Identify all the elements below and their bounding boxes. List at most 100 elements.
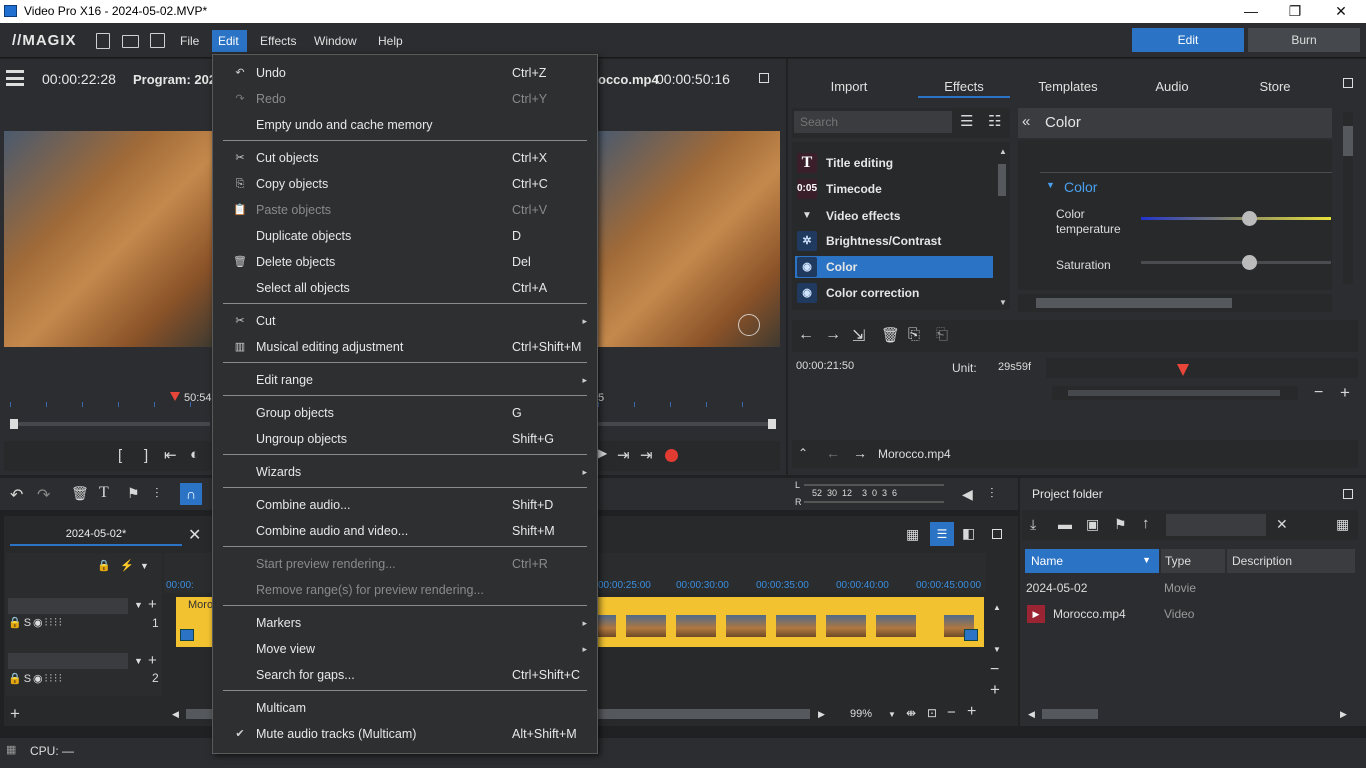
column-type[interactable]: Type: [1161, 549, 1225, 573]
delete-icon[interactable]: 🗑: [881, 326, 900, 344]
mark-in-icon[interactable]: [: [118, 447, 122, 464]
tree-view-icon[interactable]: ☷: [988, 112, 1001, 130]
track1-add-icon[interactable]: +: [148, 596, 157, 613]
project-hscroll[interactable]: [1042, 709, 1098, 719]
save-icon[interactable]: [150, 33, 165, 48]
hamburger-menu-icon[interactable]: [6, 70, 24, 86]
new-file-icon[interactable]: [96, 33, 110, 49]
menu-item-duplicate-objects[interactable]: Duplicate objects D: [213, 223, 597, 249]
grid-view-icon[interactable]: ▦: [1336, 516, 1349, 533]
add-track-icon[interactable]: +: [10, 704, 20, 724]
menu-item-cut[interactable]: ✂ Cut ▸: [213, 308, 597, 334]
menu-item-combine-audio-video[interactable]: Combine audio and video... Shift+M: [213, 518, 597, 544]
project-hscroll-left-icon[interactable]: ◀: [1028, 709, 1035, 720]
effect-brightness-contrast[interactable]: ✲ Brightness/Contrast: [795, 230, 995, 252]
timeline-view-icon[interactable]: ☰: [930, 522, 954, 546]
effect-color[interactable]: ◉ Color: [795, 256, 993, 278]
keyframe-playhead-icon[interactable]: [1177, 364, 1189, 376]
tab-templates[interactable]: Templates: [1020, 76, 1116, 98]
menu-item-delete-objects[interactable]: 🗑 Delete objects Del: [213, 249, 597, 275]
goto-out-icon[interactable]: ⇥: [617, 446, 630, 464]
project-search-input[interactable]: [1166, 514, 1266, 536]
color-panel-scrollbar[interactable]: [1343, 112, 1353, 284]
maximize-project-icon[interactable]: [1343, 489, 1353, 499]
zoom-fit-icon[interactable]: ⇼: [906, 706, 916, 720]
mark-out-icon[interactable]: ]: [144, 447, 148, 464]
tab-effects[interactable]: Effects: [918, 76, 1010, 98]
menu-item-multicam[interactable]: Multicam: [213, 695, 597, 721]
menu-item-group-objects[interactable]: Group objects G: [213, 400, 597, 426]
save-project-icon[interactable]: ▣: [1086, 516, 1099, 533]
menu-help[interactable]: Help: [372, 30, 409, 52]
search-input[interactable]: [794, 111, 952, 133]
track1-controls[interactable]: 🔒S◉⫶⫶⫶⫶: [8, 616, 148, 630]
clip-handle-icon[interactable]: [180, 629, 194, 641]
paste-icon[interactable]: ⎗: [936, 326, 948, 343]
menu-item-edit-range[interactable]: Edit range ▸: [213, 367, 597, 393]
section-collapse-icon[interactable]: ▼: [1046, 180, 1055, 190]
menu-item-move-view[interactable]: Move view ▸: [213, 636, 597, 662]
color-panel-hscroll[interactable]: [1018, 294, 1332, 312]
tab-import[interactable]: Import: [800, 76, 898, 98]
lock-all-icon[interactable]: 🔒: [97, 559, 111, 572]
hscroll-right-icon[interactable]: ▶: [818, 709, 825, 720]
maximize-timeline-icon[interactable]: [992, 529, 1002, 539]
arrow-right-icon[interactable]: →: [825, 326, 841, 344]
back-arrow-icon[interactable]: ←: [826, 445, 840, 461]
marker-tool-icon[interactable]: ⚑: [127, 485, 140, 502]
add-effect-icon[interactable]: ⇲: [852, 326, 865, 346]
tab-audio[interactable]: Audio: [1126, 76, 1218, 98]
effect-color-correction[interactable]: ◉ Color correction: [795, 282, 995, 304]
minimize-icon[interactable]: —: [1228, 0, 1274, 23]
goto-in-icon[interactable]: ⇤: [164, 446, 177, 464]
menu-edit[interactable]: Edit: [212, 30, 247, 52]
keyframe-zoom-scroll[interactable]: [1052, 386, 1298, 400]
fx-all-icon[interactable]: ⚡: [120, 559, 134, 572]
track-zoom-in-icon[interactable]: +: [990, 680, 1000, 700]
maximize-preview-icon[interactable]: [759, 73, 769, 83]
clip-handle-icon[interactable]: [964, 629, 978, 641]
track-scroll-up-icon[interactable]: ▲: [993, 603, 1001, 612]
saturation-track[interactable]: [1141, 261, 1331, 264]
column-description[interactable]: Description: [1227, 549, 1355, 573]
track-zoom-out-icon[interactable]: −: [990, 661, 999, 679]
project-hscroll-right-icon[interactable]: ▶: [1340, 709, 1347, 720]
arrow-left-icon[interactable]: ←: [798, 326, 814, 344]
zoom-dropdown-icon[interactable]: ▼: [888, 710, 896, 719]
effect-video-effects[interactable]: ▼ Video effects: [795, 205, 995, 227]
menu-window[interactable]: Window: [308, 30, 363, 52]
magnet-snap-icon[interactable]: ∩: [180, 483, 202, 505]
color-temperature-slider-handle[interactable]: [1241, 211, 1257, 226]
keyframe-ruler[interactable]: [1046, 358, 1358, 378]
saturation-slider-handle[interactable]: [1241, 255, 1257, 270]
multicam-icon[interactable]: ◧: [962, 525, 975, 542]
list-item[interactable]: ▶ Morocco.mp4 Video: [1025, 604, 1355, 624]
timeline-hscroll-thumb[interactable]: [598, 709, 810, 719]
copy-icon[interactable]: ⎘: [908, 326, 920, 343]
maximize-media-icon[interactable]: [1343, 78, 1353, 88]
forward-arrow-icon[interactable]: →: [853, 445, 867, 461]
menu-item-cut-objects[interactable]: ✂ Cut objects Ctrl+X: [213, 145, 597, 171]
track1-dropdown-icon[interactable]: ▼: [134, 600, 143, 610]
track2-controls[interactable]: 🔒S◉⫶⫶⫶⫶: [8, 672, 148, 686]
effect-timecode[interactable]: 0:05 Timecode: [795, 178, 995, 200]
volume-icon[interactable]: ◀: [962, 486, 973, 503]
record-icon[interactable]: [665, 449, 678, 462]
snapshot-icon[interactable]: ◐: [190, 446, 199, 463]
preview-scrollbar-left[interactable]: [10, 419, 210, 429]
timeline-zoom-out-icon[interactable]: −: [947, 704, 956, 721]
folder-flag-icon[interactable]: ⚑: [1114, 516, 1127, 533]
track1-name[interactable]: [8, 598, 128, 614]
undo-icon[interactable]: ↶: [10, 485, 23, 505]
mixer-icon[interactable]: ⫶: [990, 485, 994, 502]
timeline-zoom-in-icon[interactable]: +: [967, 703, 976, 721]
menu-item-copy-objects[interactable]: ⎘ Copy objects Ctrl+C: [213, 171, 597, 197]
list-item[interactable]: 2024-05-02 Movie: [1025, 578, 1355, 598]
download-icon[interactable]: ⤓: [1030, 516, 1036, 533]
folder-icon[interactable]: ▬: [1058, 516, 1072, 532]
track2-name[interactable]: [8, 653, 128, 669]
up-folder-icon[interactable]: ↑: [1142, 515, 1150, 532]
track2-dropdown-icon[interactable]: ▼: [134, 656, 143, 666]
menu-item-remove-preview-rendering[interactable]: Remove range(s) for preview rendering...: [213, 577, 597, 603]
effects-scrollbar[interactable]: [998, 164, 1006, 196]
